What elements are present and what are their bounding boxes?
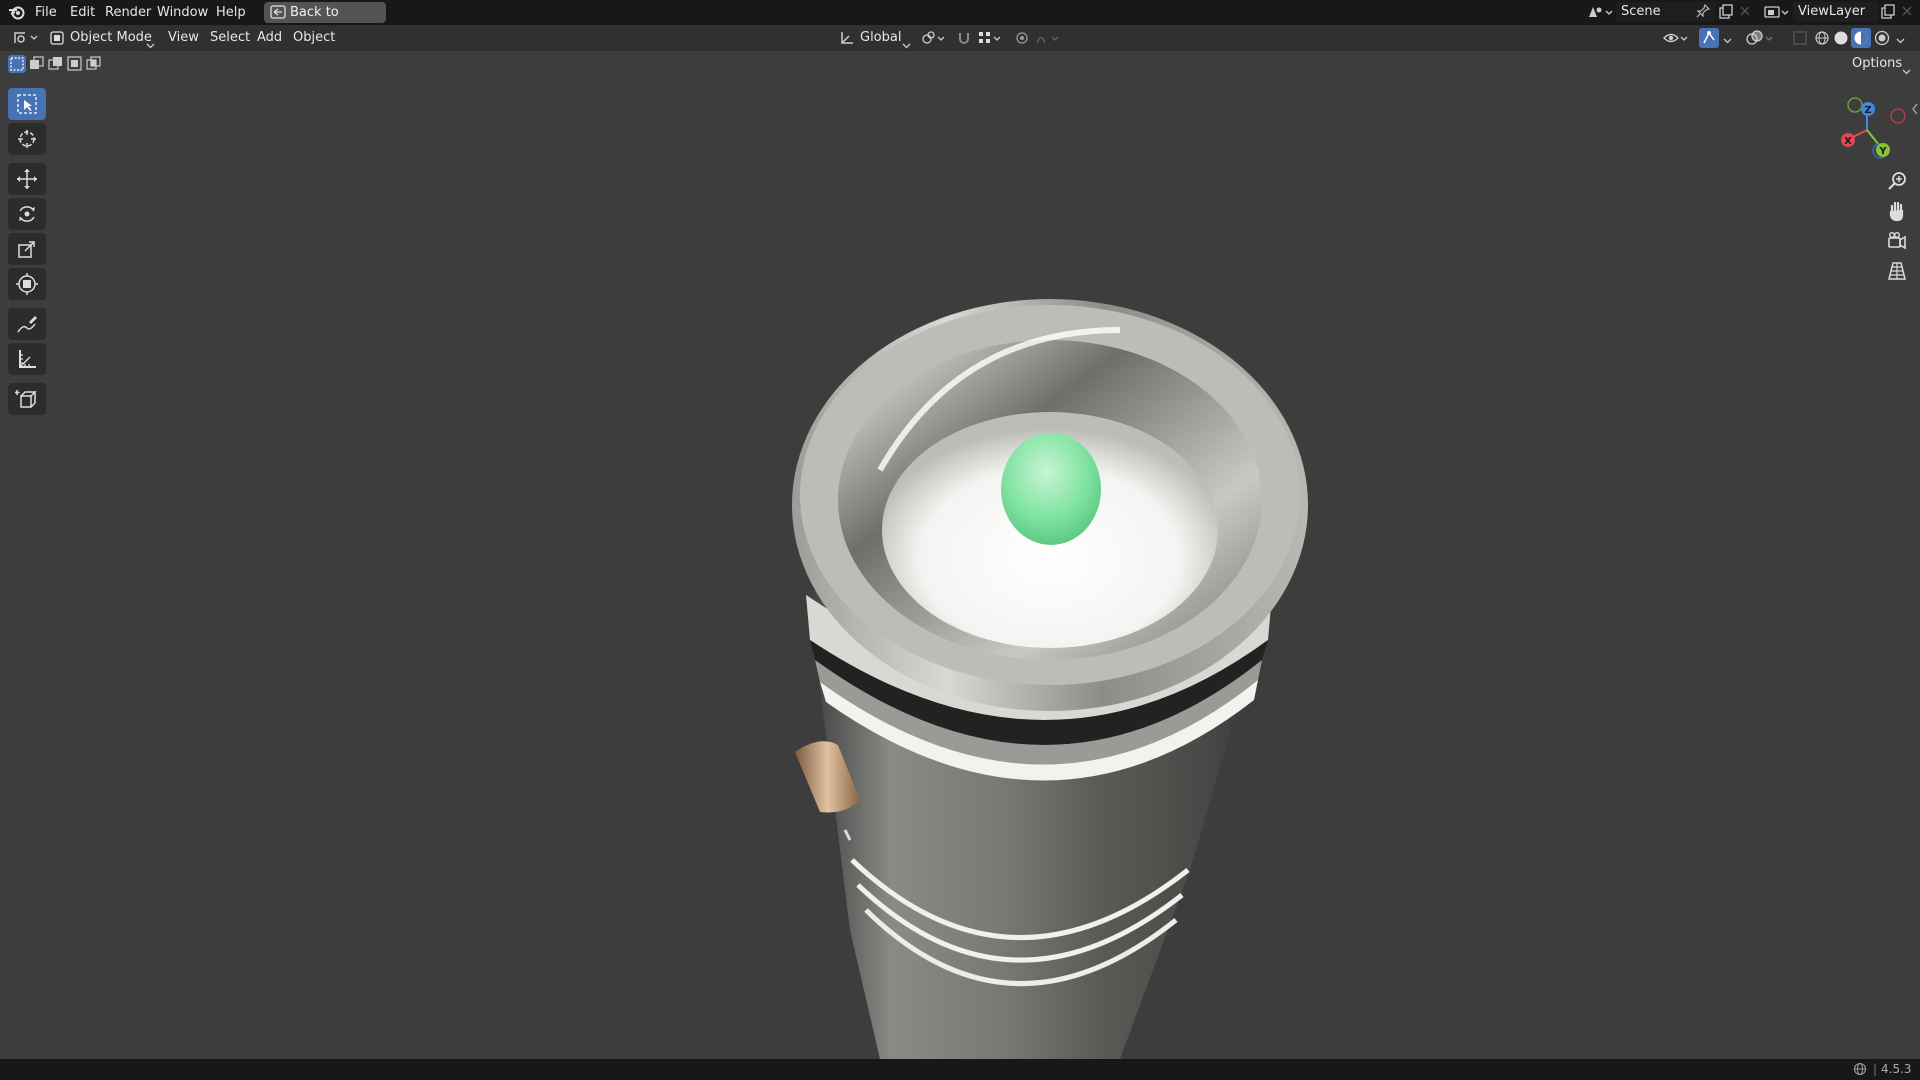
scene-icon[interactable] — [1587, 4, 1613, 24]
options-dropdown[interactable]: Options — [1846, 53, 1912, 75]
move-icon — [17, 169, 37, 189]
annotate-pencil-icon — [17, 316, 37, 333]
xray-icon[interactable] — [1792, 30, 1808, 50]
chevron-down-icon[interactable] — [1896, 33, 1905, 48]
pan-button[interactable] — [1883, 197, 1911, 225]
select-new-button[interactable] — [8, 55, 26, 73]
snap-target-icon[interactable] — [977, 30, 1003, 50]
new-scene-icon[interactable] — [1718, 4, 1734, 24]
zoom-magnifier-icon — [1888, 172, 1906, 190]
object-mode-label: Object Mode — [70, 30, 152, 45]
rendered-shading-icon[interactable] — [1874, 30, 1890, 50]
view-layer-field[interactable]: ViewLayer — [1793, 2, 1878, 22]
transform-icon — [16, 273, 38, 295]
solid-shading-icon[interactable] — [1833, 30, 1849, 50]
menu-select[interactable]: Select — [208, 25, 252, 51]
measure-ruler-icon — [19, 350, 36, 368]
delete-scene-icon[interactable] — [1739, 5, 1751, 21]
cursor-tool[interactable] — [8, 123, 46, 155]
green-emitter-gem — [1001, 433, 1101, 545]
add-cube-icon — [15, 390, 37, 408]
globe-icon — [1853, 1062, 1867, 1079]
menu-add[interactable]: Add — [255, 25, 284, 51]
blender-logo-icon[interactable] — [8, 4, 26, 24]
object-mode-dropdown[interactable]: Object Mode — [48, 27, 156, 49]
select-extend-icon[interactable] — [28, 55, 46, 77]
menu-edit[interactable]: Edit — [68, 0, 97, 25]
show-gizmo-toggle[interactable] — [1699, 28, 1719, 48]
select-new-icon — [10, 57, 24, 71]
material-preview-icon — [1854, 31, 1868, 45]
hand-icon — [1889, 201, 1904, 222]
select-subtract-icon[interactable] — [47, 55, 65, 77]
version-label: 4.5.3 — [1881, 1062, 1912, 1076]
rotate-tool[interactable] — [8, 198, 46, 230]
back-arrow-icon — [270, 5, 286, 26]
snap-icon[interactable] — [956, 30, 972, 50]
select-box-icon — [17, 94, 37, 114]
menu-object[interactable]: Object — [291, 25, 337, 51]
camera-icon — [1888, 231, 1906, 250]
measure-tool[interactable] — [8, 343, 46, 375]
select-box-tool[interactable] — [8, 88, 46, 120]
navigation-gizmo[interactable]: Z X Y — [1822, 92, 1912, 167]
gizmo-icon — [1703, 31, 1715, 44]
orientation-dropdown[interactable]: Global — [858, 27, 914, 49]
status-bar: | 4.5.3 — [0, 1059, 1920, 1080]
menu-window[interactable]: Window — [155, 0, 210, 25]
pivot-point-icon[interactable] — [921, 30, 947, 50]
zoom-button[interactable] — [1883, 167, 1911, 195]
menu-help[interactable]: Help — [214, 0, 248, 25]
object-mode-icon — [50, 31, 64, 53]
3d-viewport[interactable]: Options — [0, 51, 1920, 1059]
scale-tool[interactable] — [8, 233, 46, 265]
chevron-down-icon — [1902, 61, 1911, 83]
proportional-editing-icon[interactable] — [1015, 30, 1061, 50]
orientation-label: Global — [860, 30, 902, 45]
pin-icon[interactable] — [1696, 3, 1711, 25]
back-to-previous-button[interactable]: Back to Previous — [264, 2, 386, 41]
editor-type-icon[interactable] — [12, 29, 40, 51]
add-cube-tool[interactable] — [8, 383, 46, 415]
new-view-layer-icon[interactable] — [1880, 4, 1896, 24]
delete-view-layer-icon[interactable] — [1901, 5, 1913, 21]
perspective-toggle-button[interactable] — [1883, 257, 1911, 285]
select-invert-icon[interactable] — [66, 55, 84, 77]
status-separator: | — [1873, 1062, 1878, 1076]
scene-field[interactable]: Scene — [1616, 2, 1716, 22]
z-axis-label: Z — [1864, 105, 1871, 116]
x-axis-label: X — [1844, 136, 1852, 147]
sidebar-toggle-icon[interactable] — [1911, 103, 1919, 119]
wireframe-shading-icon[interactable] — [1814, 30, 1830, 50]
viewport-header: Object Mode View Select Add Object Globa… — [0, 25, 1920, 51]
chevron-down-icon[interactable] — [1723, 33, 1732, 48]
transform-tool[interactable] — [8, 268, 46, 300]
annotate-tool[interactable] — [8, 308, 46, 340]
top-bar: File Edit Render Window Help Back to Pre… — [0, 0, 1920, 41]
view-layer-name: ViewLayer — [1798, 4, 1866, 19]
camera-view-button[interactable] — [1883, 227, 1911, 255]
scene-name: Scene — [1621, 4, 1661, 19]
neg-x-axis-handle — [1890, 108, 1906, 124]
scale-icon — [18, 241, 35, 258]
cursor-icon — [18, 130, 36, 148]
grid-perspective-icon — [1888, 262, 1906, 280]
neg-y-axis-handle — [1847, 97, 1863, 113]
menu-render[interactable]: Render — [103, 0, 153, 25]
overlays-icon[interactable] — [1746, 30, 1776, 50]
select-intersect-icon[interactable] — [85, 55, 103, 77]
options-label: Options — [1852, 56, 1903, 71]
menu-view[interactable]: View — [166, 25, 201, 51]
rotate-icon — [19, 206, 35, 222]
orientation-icon[interactable] — [839, 30, 855, 50]
viewport-canvas[interactable] — [0, 51, 1920, 1059]
visibility-eye-icon[interactable] — [1663, 30, 1689, 50]
menu-file[interactable]: File — [33, 0, 59, 25]
y-axis-label: Y — [1878, 146, 1887, 157]
view-layer-icon[interactable] — [1764, 4, 1790, 24]
move-tool[interactable] — [8, 163, 46, 195]
material-preview-shading-button[interactable] — [1851, 28, 1871, 48]
